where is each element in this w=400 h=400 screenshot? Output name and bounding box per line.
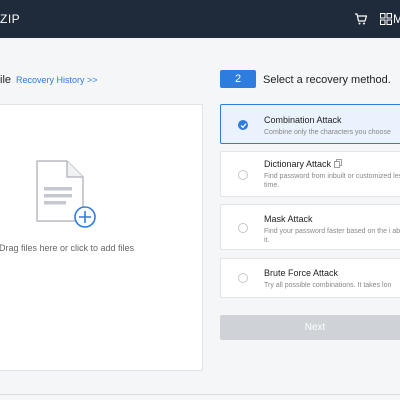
radio-icon[interactable] [238, 223, 248, 233]
step1-title: ile [0, 74, 12, 86]
step2-title: Select a recovery method. [263, 74, 391, 86]
method-brute-force-attack[interactable]: Brute Force Attack Try all possible comb… [220, 258, 400, 298]
radio-icon[interactable] [238, 273, 248, 283]
radio-checked-icon[interactable] [238, 120, 248, 130]
method-name: Mask Attack [264, 214, 313, 224]
drop-zone-text: Drag files here or click to add files [0, 243, 135, 253]
method-description: Find your password faster based on the i… [264, 228, 400, 244]
bottom-divider [0, 394, 400, 395]
cart-icon[interactable] [354, 12, 368, 26]
next-button[interactable]: Next [220, 315, 400, 340]
method-description: Find password from inbuilt or customized… [264, 173, 400, 189]
app-title: ZIP [0, 12, 21, 26]
title-bar: ZIP M [0, 0, 400, 38]
step-number-badge: 2 [220, 70, 256, 88]
menu-label[interactable]: M [393, 12, 400, 26]
method-name-text: Dictionary Attack [264, 159, 332, 169]
copy-icon[interactable] [334, 159, 342, 168]
method-name: Brute Force Attack [264, 268, 339, 278]
method-combination-attack[interactable]: Combination Attack Combine only the char… [220, 104, 400, 144]
recovery-history-link[interactable]: Recovery History >> [16, 75, 98, 85]
method-mask-attack[interactable]: Mask Attack Find your password faster ba… [220, 204, 400, 250]
method-name: Combination Attack [264, 115, 342, 125]
method-name: Dictionary Attack [264, 159, 342, 169]
method-description: Combine only the characters you choose [264, 129, 391, 136]
method-dictionary-attack[interactable]: Dictionary Attack Find password from inb… [220, 151, 400, 197]
method-description: Try all possible combinations. It takes … [264, 282, 392, 289]
file-add-icon [36, 160, 96, 228]
file-drop-zone[interactable]: Drag files here or click to add files [0, 104, 203, 371]
radio-icon[interactable] [238, 170, 248, 180]
grid-icon[interactable] [380, 13, 392, 25]
